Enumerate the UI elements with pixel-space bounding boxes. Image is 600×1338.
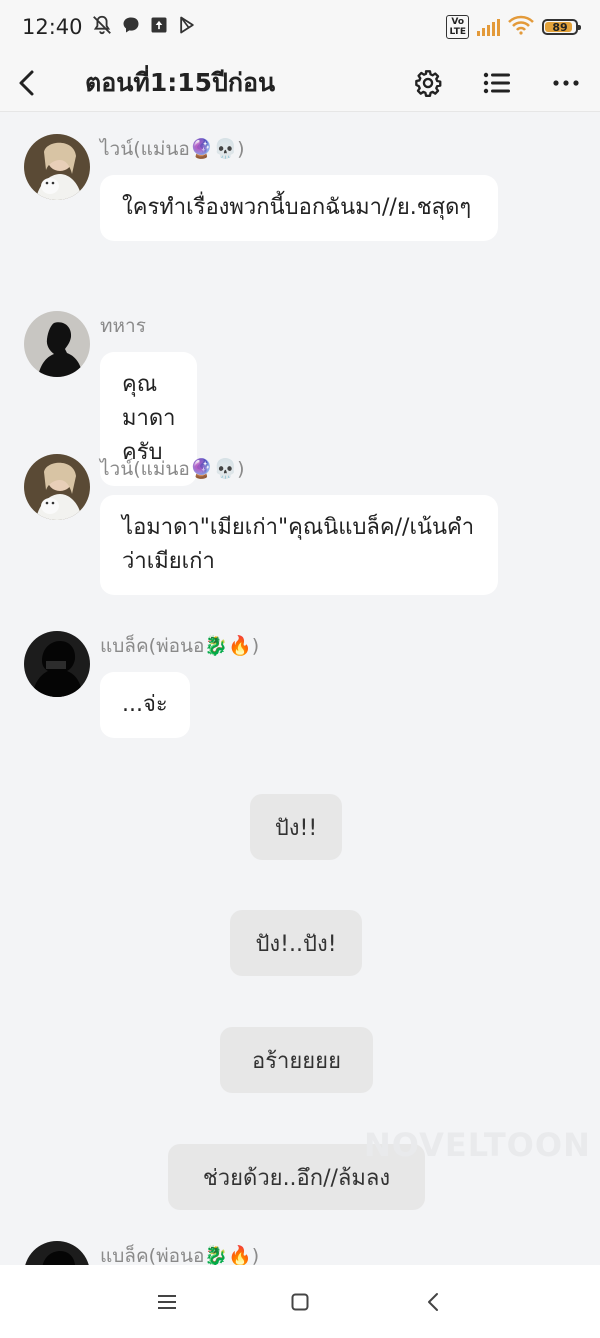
avatar[interactable] bbox=[24, 134, 90, 200]
chevron-left-icon bbox=[19, 70, 34, 95]
chevron-left-icon bbox=[428, 1292, 439, 1311]
signal-icon bbox=[477, 18, 500, 36]
play-store-icon bbox=[177, 15, 197, 40]
list-icon bbox=[483, 72, 510, 93]
avatar[interactable] bbox=[24, 454, 90, 520]
chat-area[interactable]: ไวน์(แม่นอ🔮💀) ใครทำเรื่องพวกนี้บอกฉันมา/… bbox=[0, 112, 600, 1265]
settings-button[interactable] bbox=[393, 58, 462, 108]
square-icon bbox=[291, 1293, 309, 1310]
volte-icon: Vo LTE bbox=[446, 15, 469, 39]
system-back-button[interactable] bbox=[403, 1272, 463, 1332]
back-button[interactable] bbox=[2, 58, 52, 108]
system-navigation-bar bbox=[0, 1265, 600, 1338]
upload-icon bbox=[149, 15, 169, 40]
home-button[interactable] bbox=[270, 1272, 330, 1332]
page-title: ตอนที่1:15ปีก่อน bbox=[85, 67, 276, 97]
sender-name: แบล็ค(พ่อนอ🐉🔥) bbox=[100, 1245, 260, 1265]
narration-bubble[interactable]: อร้ายยยย bbox=[220, 1027, 373, 1093]
recent-apps-button[interactable] bbox=[137, 1272, 197, 1332]
more-options-button[interactable] bbox=[531, 58, 600, 108]
status-bar: 12:40 Vo LTE 89 bbox=[0, 0, 600, 54]
menu-icon bbox=[157, 1294, 176, 1309]
avatar[interactable] bbox=[24, 631, 90, 697]
top-app-bar: ตอนที่1:15ปีก่อน bbox=[0, 54, 600, 112]
more-horizontal-icon bbox=[552, 79, 579, 86]
avatar[interactable] bbox=[24, 311, 90, 377]
gear-icon bbox=[414, 69, 441, 97]
mute-icon bbox=[91, 14, 113, 41]
sender-name: ไวน์(แม่นอ🔮💀) bbox=[100, 458, 245, 480]
message-bubble[interactable]: ใครทำเรื่องพวกนี้บอกฉันมา//ย.ชสุดๆ bbox=[100, 175, 498, 241]
avatar[interactable] bbox=[24, 1241, 90, 1265]
wifi-icon bbox=[508, 15, 534, 40]
narration-bubble[interactable]: ปัง!..ปัง! bbox=[230, 910, 362, 976]
sender-name: ทหาร bbox=[100, 315, 146, 337]
clock: 12:40 bbox=[22, 15, 83, 39]
message-bubble[interactable]: ...จ่ะ bbox=[100, 672, 190, 738]
battery-icon: 89 bbox=[542, 19, 581, 35]
sender-name: แบล็ค(พ่อนอ🐉🔥) bbox=[100, 635, 260, 657]
battery-level: 89 bbox=[552, 20, 568, 34]
narration-bubble[interactable]: ปัง!! bbox=[250, 794, 342, 860]
watermark: NOVELTOON bbox=[364, 1126, 591, 1164]
message-bubble[interactable]: ไอมาดา"เมียเก่า"คุณนิแบล็ค//เน้นคำว่าเมี… bbox=[100, 495, 498, 595]
chapter-list-button[interactable] bbox=[462, 58, 531, 108]
chat-bubble-icon bbox=[121, 15, 141, 40]
sender-name: ไวน์(แม่นอ🔮💀) bbox=[100, 138, 245, 160]
